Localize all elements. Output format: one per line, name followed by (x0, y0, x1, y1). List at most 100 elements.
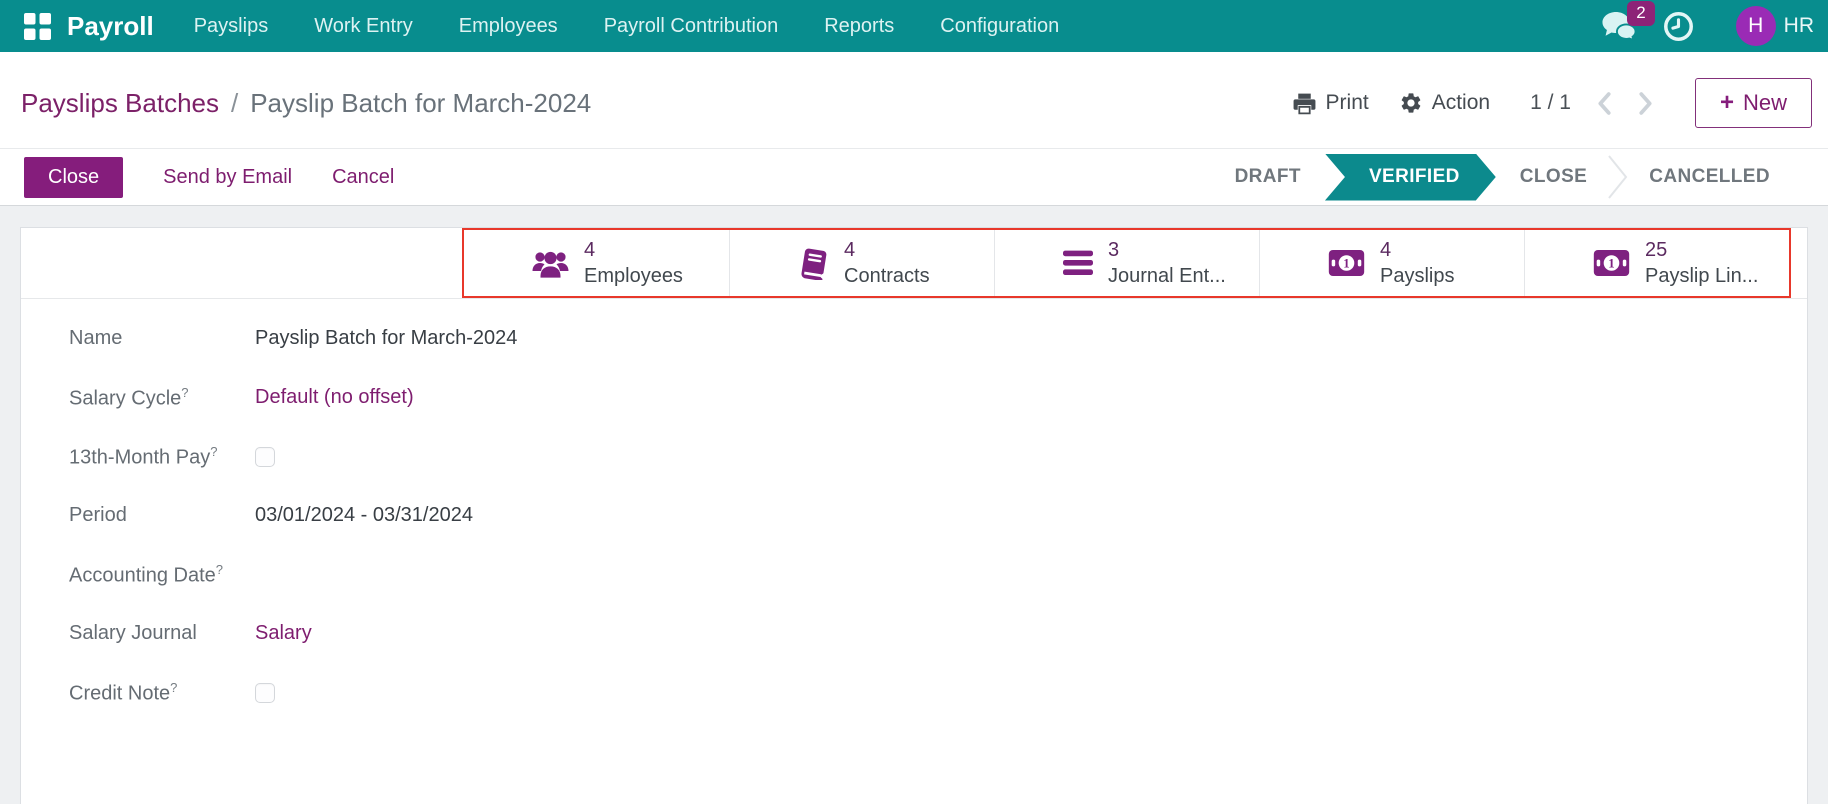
bars-icon (1063, 250, 1093, 276)
statusbar-row: Close Send by Email Cancel DRAFT VERIFIED… (0, 149, 1828, 206)
smart-button-journal-ent[interactable]: 3 Journal Ent... (994, 230, 1259, 296)
printer-icon (1292, 91, 1317, 116)
smart-button-text: 4 Contracts (844, 237, 930, 289)
navbar-right: 2 H HR (1601, 0, 1814, 46)
smart-button-text: 25 Payslip Lin... (1645, 237, 1758, 289)
print-button[interactable]: Print (1284, 85, 1377, 122)
field-value-accounting-date[interactable] (255, 562, 515, 588)
field-label-credit-note: Credit Note? (69, 679, 178, 705)
field-value-salary-journal[interactable]: Salary (255, 622, 312, 645)
cancel-button[interactable]: Cancel (332, 166, 394, 189)
nav-menu-work-entry[interactable]: Work Entry (314, 15, 413, 38)
nav-menu-payslips[interactable]: Payslips (194, 15, 268, 38)
close-button[interactable]: Close (24, 156, 124, 198)
money-icon: 1 (1593, 249, 1630, 277)
field-label-name: Name (69, 327, 123, 349)
print-label: Print (1325, 91, 1369, 114)
field-label-period: Period (69, 504, 127, 526)
svg-text:1: 1 (1608, 257, 1614, 271)
field-row-name: Name Payslip Batch for March-2024 (69, 309, 1767, 368)
nav-menu-employees[interactable]: Employees (459, 15, 558, 38)
action-button[interactable]: Action (1391, 85, 1498, 121)
action-label: Action (1431, 91, 1491, 114)
breadcrumb-separator: / (230, 87, 239, 118)
help-marker: ? (215, 561, 223, 577)
pager-previous-icon[interactable] (1591, 88, 1618, 119)
status-pipeline: DRAFT VERIFIED CLOSE CANCELLED (1215, 154, 1790, 201)
smart-button-employees[interactable]: 4 Employees (464, 230, 729, 296)
nav-menu-configuration[interactable]: Configuration (940, 15, 1059, 38)
user-name-label: HR (1783, 14, 1814, 37)
user-menu[interactable]: H HR (1735, 6, 1814, 46)
field-checkbox-credit-note[interactable] (255, 682, 275, 703)
record-actions: Close Send by Email Cancel (24, 156, 1215, 198)
activities-clock-icon[interactable] (1663, 11, 1694, 42)
field-label-13th-month-pay: 13th-Month Pay? (69, 443, 218, 469)
field-checkbox-13th-month-pay[interactable] (255, 446, 275, 467)
top-navbar: Payroll Payslips Work Entry Employees Payro… (0, 0, 1828, 52)
pager-next-icon[interactable] (1632, 88, 1659, 119)
smart-button-count: 25 (1645, 239, 1668, 261)
status-state-draft[interactable]: DRAFT (1215, 166, 1321, 188)
pager-counter: 1 / 1 (1530, 91, 1571, 114)
smart-button-text: 4 Employees (584, 237, 683, 289)
field-label-salary-cycle: Salary Cycle? (69, 384, 189, 410)
smart-button-payslip-lin[interactable]: 1 25 Payslip Lin... (1524, 230, 1789, 296)
form-sheet: 4 Employees 4 Contracts 3 Journal Ent... 1 4 Pay… (20, 227, 1808, 804)
field-value-salary-cycle[interactable]: Default (no offset) (255, 386, 414, 409)
field-label-accounting-date: Accounting Date? (69, 561, 223, 587)
smart-button-label: Employees (584, 265, 683, 287)
page-title: Payslip Batch for March-2024 (250, 87, 592, 118)
smart-button-label: Contracts (844, 265, 930, 287)
smart-button-row: 4 Employees 4 Contracts 3 Journal Ent... 1 4 Pay… (21, 228, 1807, 299)
breadcrumb: Payslips Batches / Payslip Batch for Mar… (21, 88, 1284, 119)
apps-grid-icon[interactable] (24, 12, 51, 40)
nav-menu-list: Payslips Work Entry Employees Payroll Contr… (194, 15, 1601, 38)
smart-button-count: 4 (1380, 239, 1392, 261)
gear-icon (1399, 91, 1423, 115)
smart-button-label: Journal Ent... (1108, 265, 1226, 287)
control-panel-tools: Print Action 1 / 1 + New (1284, 78, 1812, 128)
smart-button-count: 4 (584, 239, 596, 261)
field-row-credit-note: Credit Note? (69, 663, 1767, 722)
messages-icon[interactable]: 2 (1601, 0, 1655, 42)
field-row-13th-month-pay: 13th-Month Pay? (69, 427, 1767, 486)
help-marker: ? (181, 384, 189, 400)
form-fields: Name Payslip Batch for March-2024 Salary C… (21, 299, 1807, 722)
smart-button-payslips[interactable]: 1 4 Payslips (1259, 230, 1524, 296)
smart-button-text: 4 Payslips (1380, 237, 1454, 289)
field-value-name[interactable]: Payslip Batch for March-2024 (255, 327, 517, 350)
book-icon (798, 247, 829, 280)
smart-button-contracts[interactable]: 4 Contracts (729, 230, 994, 296)
smart-button-label: Payslips (1380, 265, 1455, 287)
field-value-period[interactable]: 03/01/2024 - 03/31/2024 (255, 504, 473, 527)
new-label: New (1742, 90, 1787, 115)
help-marker: ? (210, 443, 218, 459)
avatar[interactable]: H (1735, 6, 1776, 46)
field-label-salary-journal: Salary Journal (69, 622, 197, 644)
send-by-email-button[interactable]: Send by Email (163, 166, 292, 189)
plus-icon: + (1719, 89, 1734, 116)
smart-button-count: 3 (1108, 239, 1120, 261)
payroll-app-window: Payroll Payslips Work Entry Employees Payro… (0, 0, 1828, 804)
breadcrumb-parent-link[interactable]: Payslips Batches (21, 88, 219, 119)
field-row-salary-cycle: Salary Cycle? Default (no offset) (69, 368, 1767, 427)
smart-button-count: 4 (844, 239, 856, 261)
app-title[interactable]: Payroll (67, 11, 154, 42)
status-state-cancelled[interactable]: CANCELLED (1629, 166, 1790, 188)
nav-menu-payroll-contribution[interactable]: Payroll Contribution (604, 15, 779, 38)
money-icon: 1 (1328, 249, 1365, 277)
status-chevron-icon (1607, 154, 1629, 200)
help-marker: ? (170, 679, 178, 695)
field-row-salary-journal: Salary Journal Salary (69, 604, 1767, 663)
status-state-verified[interactable]: VERIFIED (1325, 154, 1496, 201)
nav-menu-reports[interactable]: Reports (824, 15, 894, 38)
smart-button-text: 3 Journal Ent... (1108, 237, 1226, 289)
smart-button-box-highlight: 4 Employees 4 Contracts 3 Journal Ent... 1 4 Pay… (462, 228, 1791, 298)
users-icon (532, 248, 569, 278)
message-count-badge: 2 (1627, 0, 1655, 26)
control-panel: Payslips Batches / Payslip Batch for Mar… (0, 52, 1828, 149)
field-row-period: Period 03/01/2024 - 03/31/2024 (69, 486, 1767, 545)
status-state-close[interactable]: CLOSE (1500, 166, 1607, 188)
new-button[interactable]: + New (1694, 78, 1812, 128)
